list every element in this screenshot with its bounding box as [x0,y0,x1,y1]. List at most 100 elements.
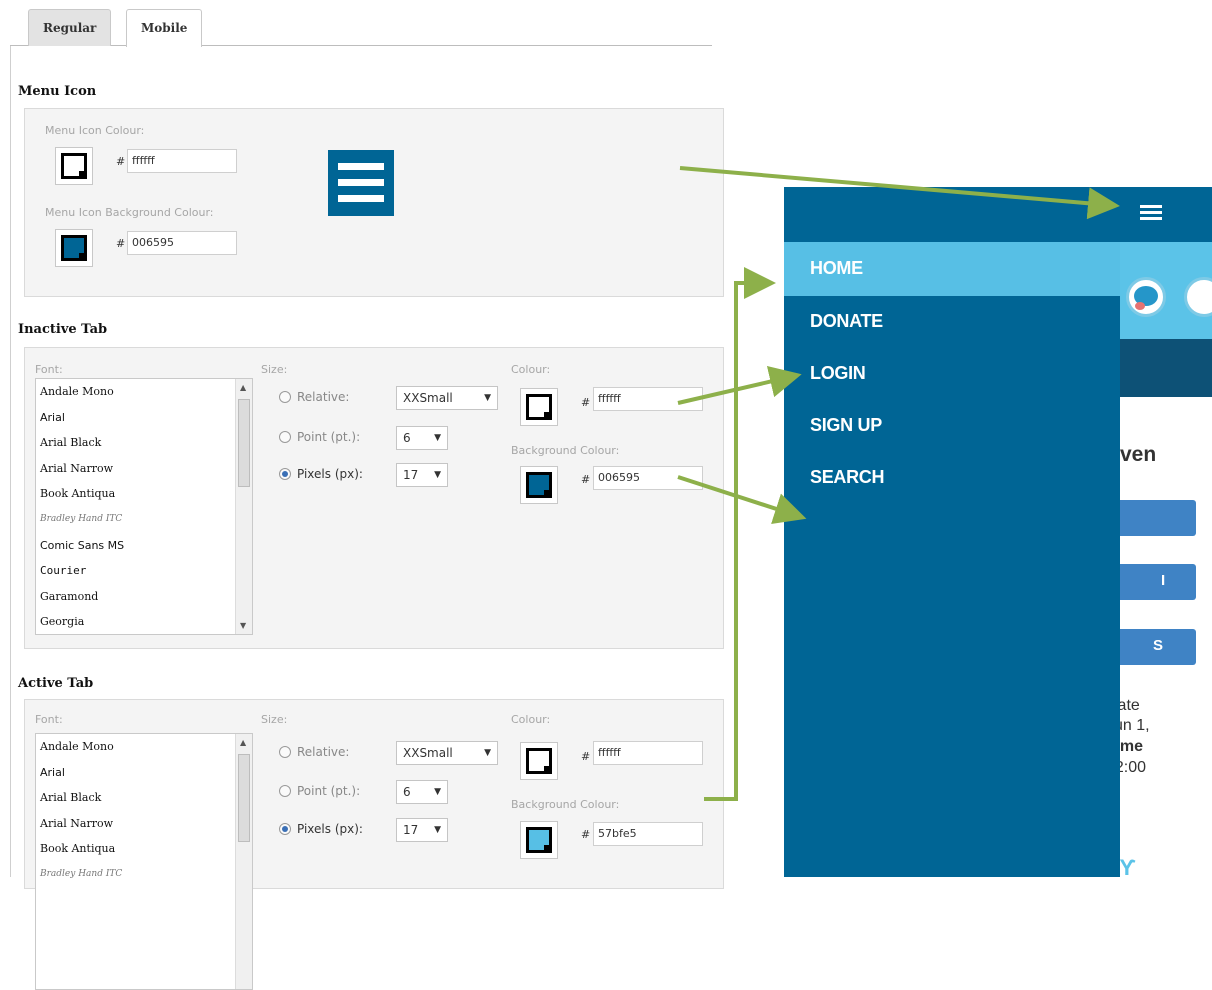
mobile-banner [1120,242,1212,339]
active-tab-title: Active Tab [18,676,94,691]
font-option[interactable]: Garamond [36,584,252,610]
mobile-menu-item-home[interactable]: HOME [810,258,863,279]
tab-regular[interactable]: Regular [28,9,112,46]
active-size-label: Size: [261,713,288,726]
tab-bar-divider [10,45,712,46]
mobile-date-label: Date [1120,697,1140,714]
scroll-up-icon[interactable]: ▲ [240,383,246,392]
active-colour-swatch[interactable] [520,742,558,780]
mobile-dark-bar [1120,339,1212,397]
font-option[interactable]: Arial Black [36,430,252,456]
menu-icon-colour-swatch[interactable] [55,147,93,185]
active-bg-input[interactable]: 57bfe5 [593,822,703,846]
inactive-point-select[interactable]: 6 ▼ [396,426,448,450]
menu-icon-colour-input[interactable]: ffffff [127,149,237,173]
font-option[interactable]: Bradley Hand ITC [36,507,252,533]
mobile-menu-item-login[interactable]: LOGIN [810,363,866,384]
chevron-down-icon: ▼ [434,433,441,443]
chevron-down-icon: ▼ [484,393,491,403]
scrollbar-thumb[interactable] [238,399,250,487]
inactive-relative-label: Relative: [297,390,350,404]
settings-left-border [10,46,11,877]
mobile-menu-item-signup[interactable]: SIGN UP [810,415,882,436]
font-option[interactable]: Arial [36,405,252,431]
inactive-pixels-select[interactable]: 17 ▼ [396,463,448,487]
inactive-bg-hash: # [581,473,591,486]
active-relative-select[interactable]: XXSmall ▼ [396,741,498,765]
chevron-down-icon: ▼ [434,470,441,480]
active-relative-label: Relative: [297,745,350,759]
inactive-point-label: Point (pt.): [297,430,361,444]
font-option[interactable]: Arial Narrow [36,456,252,482]
mobile-date-value: Jun 1, [1120,717,1150,734]
font-list-scrollbar[interactable]: ▲ ▼ [235,379,252,634]
inactive-font-label: Font: [35,363,63,376]
inactive-bg-swatch[interactable] [520,466,558,504]
mobile-action-button[interactable]: I [1120,564,1196,600]
inactive-size-relative-radio[interactable] [279,391,291,403]
active-colour-label: Colour: [511,713,551,726]
font-option[interactable]: Arial [36,760,252,786]
mobile-time-value: 12:00 [1120,759,1147,776]
hamburger-menu-icon[interactable] [1140,205,1162,223]
menu-icon-bg-swatch[interactable] [55,229,93,267]
inactive-bg-input[interactable]: 006595 [593,466,703,490]
inactive-size-label: Size: [261,363,288,376]
font-option[interactable]: Comic Sans MS [36,533,252,559]
menu-icon-colour-hash: # [116,155,126,168]
active-font-list[interactable]: Andale Mono Arial Arial Black Arial Narr… [35,733,253,990]
font-option[interactable]: Book Antiqua [36,481,252,507]
menu-icon-bg-input[interactable]: 006595 [127,231,237,255]
active-bg-label: Background Colour: [511,798,620,811]
active-size-pixels-radio[interactable] [279,823,291,835]
font-option[interactable]: Arial Narrow [36,811,252,837]
chat-bubble-icon [1184,277,1212,317]
mobile-top-bar [1120,187,1212,242]
font-option[interactable]: Book Antiqua [36,836,252,862]
active-bg-hash: # [581,828,591,841]
mobile-menu-item-donate[interactable]: DONATE [810,311,883,332]
tab-mobile[interactable]: Mobile [126,9,203,47]
scroll-down-icon[interactable]: ▼ [240,621,246,630]
mobile-action-button[interactable]: S [1120,629,1196,665]
inactive-font-list[interactable]: Andale Mono Arial Arial Black Arial Narr… [35,378,253,635]
active-pixels-label: Pixels (px): [297,822,363,836]
chevron-down-icon: ▼ [484,748,491,758]
menu-icon-colour-label: Menu Icon Colour: [45,124,145,137]
mobile-time-label: Time [1120,738,1144,755]
inactive-tab-title: Inactive Tab [18,322,108,337]
active-size-relative-radio[interactable] [279,746,291,758]
active-pixels-select[interactable]: 17 ▼ [396,818,448,842]
font-list-scrollbar[interactable]: ▲ [235,734,252,989]
font-option[interactable]: Andale Mono [36,379,252,405]
active-colour-input[interactable]: ffffff [593,741,703,765]
active-colour-hash: # [581,750,591,763]
inactive-pixels-label: Pixels (px): [297,467,363,481]
mobile-action-button[interactable] [1120,500,1196,536]
font-option[interactable]: Arial Black [36,785,252,811]
menu-icon-title: Menu Icon [18,84,97,99]
footer-illustration: ƷƳ [1120,855,1137,877]
scroll-up-icon[interactable]: ▲ [240,738,246,747]
active-point-select[interactable]: 6 ▼ [396,780,448,804]
inactive-tab-panel: Font: Andale Mono Arial Arial Black Aria… [24,347,724,649]
font-option[interactable]: Bradley Hand ITC [36,862,252,888]
active-bg-swatch[interactable] [520,821,558,859]
font-option[interactable]: Courier [36,558,252,584]
inactive-size-pixels-radio[interactable] [279,468,291,480]
active-tab-panel: Font: Andale Mono Arial Arial Black Aria… [24,699,724,990]
inactive-colour-input[interactable]: ffffff [593,387,703,411]
font-option[interactable]: Georgia [36,609,252,634]
inactive-size-point-radio[interactable] [279,431,291,443]
scrollbar-thumb[interactable] [238,754,250,842]
mobile-menu-item-search[interactable]: SEARCH [810,467,885,488]
mobile-page-heading: Even [1120,443,1157,466]
menu-icon-bg-hash: # [116,237,126,250]
inactive-colour-swatch[interactable] [520,388,558,426]
mobile-page-content: Even I S Date Jun 1, Time 12:00 ƷƳ [1120,187,1212,877]
chat-bubble-icon [1126,277,1166,317]
font-option[interactable]: Andale Mono [36,734,252,760]
inactive-colour-hash: # [581,396,591,409]
active-size-point-radio[interactable] [279,785,291,797]
inactive-relative-select[interactable]: XXSmall ▼ [396,386,498,410]
